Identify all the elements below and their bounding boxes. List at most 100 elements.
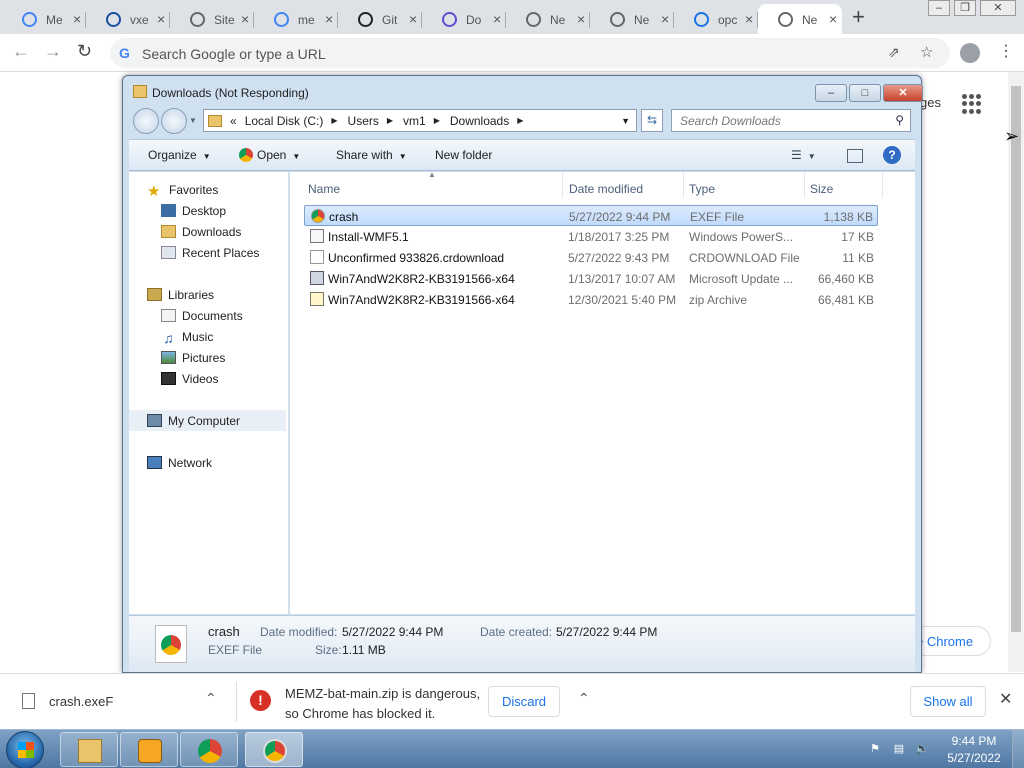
breadcrumb-arrow-icon[interactable]: ▶ [434, 116, 440, 125]
tab-close-icon[interactable]: × [241, 11, 249, 27]
folder-icon [208, 114, 222, 127]
tab-close-icon[interactable]: × [745, 11, 753, 27]
share-with-button[interactable]: Share with ▼ [336, 148, 407, 162]
taskbar-explorer[interactable] [60, 732, 118, 767]
tab-close-icon[interactable]: × [661, 11, 669, 27]
nav-desktop[interactable]: Desktop [161, 200, 226, 221]
nav-music[interactable]: ♫ Music [161, 326, 213, 347]
open-button[interactable]: Open ▼ [239, 148, 300, 162]
browser-tab[interactable]: Ne × [758, 4, 842, 34]
nav-pictures[interactable]: Pictures [161, 347, 225, 368]
window-close-button[interactable]: ✕ [883, 84, 923, 102]
volume-icon[interactable]: 🔈 [915, 742, 929, 756]
action-center-icon[interactable]: ⚑ [868, 742, 882, 756]
show-all-button[interactable]: Show all [910, 686, 986, 717]
browser-tab[interactable]: me × [254, 4, 338, 34]
file-row[interactable]: Install-WMF5.1 1/18/2017 3:25 PM Windows… [304, 226, 878, 247]
overflow-chevron-icon[interactable]: « [230, 114, 237, 128]
download-item-name[interactable]: crash.exeF [49, 694, 113, 709]
start-button[interactable] [6, 731, 44, 768]
address-bar[interactable]: « Local Disk (C:) ▶ Users ▶ vm1 ▶ Downloads… [203, 109, 637, 132]
tab-close-icon[interactable]: × [577, 11, 585, 27]
file-name: Win7AndW2K8R2-KB3191566-x64 [328, 272, 515, 286]
network-tray-icon[interactable]: ▤ [892, 742, 906, 756]
browser-tab[interactable]: Site × [170, 4, 254, 34]
tab-title: Ne [802, 13, 818, 27]
breadcrumb-item[interactable]: vm1 [403, 114, 426, 128]
breadcrumb-item[interactable]: Users [348, 114, 379, 128]
help-icon[interactable]: ? [883, 146, 901, 164]
file-row[interactable]: Unconfirmed 933826.crdownload 5/27/2022 … [304, 247, 878, 268]
file-row[interactable]: Win7AndW2K8R2-KB3191566-x64 1/13/2017 10… [304, 268, 878, 289]
scrollbar-thumb[interactable] [1011, 86, 1021, 632]
search-icon[interactable]: ⚲ [895, 113, 904, 127]
recent-pages-chevron-icon[interactable]: ▼ [189, 116, 197, 125]
tab-close-icon[interactable]: × [409, 11, 417, 27]
search-input[interactable]: Search Downloads ⚲ [671, 109, 911, 132]
nav-favorites[interactable]: ★ Favorites [147, 179, 218, 200]
nav-network[interactable]: Network [147, 452, 212, 473]
browser-tab[interactable]: vxe × [86, 4, 170, 34]
file-row[interactable]: Win7AndW2K8R2-KB3191566-x64 12/30/2021 5… [304, 289, 878, 310]
taskbar-media-player[interactable] [120, 732, 178, 767]
nav-videos[interactable]: Videos [161, 368, 218, 389]
back-button[interactable] [133, 108, 159, 134]
browser-tab[interactable]: Do × [422, 4, 506, 34]
tab-close-icon[interactable]: × [829, 11, 837, 27]
breadcrumb-item[interactable]: Downloads [450, 114, 509, 128]
breadcrumb-arrow-icon[interactable]: ▶ [517, 116, 523, 125]
minimize-icon[interactable]: – [928, 0, 950, 16]
bookmark-star-icon[interactable]: ☆ [920, 43, 933, 61]
share-icon[interactable]: ⇗ [888, 44, 900, 61]
nav-documents[interactable]: Documents [161, 305, 243, 326]
file-row[interactable]: crash 5/27/2022 9:44 PM EXEF File 1,138 … [304, 205, 878, 226]
taskbar-crash-app[interactable] [245, 732, 303, 767]
chevron-up-icon[interactable]: ⌃ [578, 690, 590, 707]
browser-tab[interactable]: Ne × [590, 4, 674, 34]
windows-logo-icon [18, 742, 34, 758]
nav-recent-places[interactable]: Recent Places [161, 242, 259, 263]
new-folder-button[interactable]: New folder [435, 148, 492, 162]
browser-tab[interactable]: Git × [338, 4, 422, 34]
window-minimize-button[interactable]: – [815, 84, 847, 102]
breadcrumb-arrow-icon[interactable]: ▶ [331, 116, 337, 125]
apps-grid-icon[interactable] [962, 94, 982, 114]
back-icon[interactable]: ← [12, 41, 30, 62]
refresh-icon[interactable]: ⇆ [641, 109, 663, 132]
tab-close-icon[interactable]: × [73, 11, 81, 27]
discard-button[interactable]: Discard [488, 686, 560, 717]
breadcrumb-item[interactable]: Local Disk (C:) [245, 114, 324, 128]
forward-icon[interactable]: → [44, 41, 62, 62]
organize-button[interactable]: Organize ▼ [148, 148, 211, 162]
close-icon[interactable]: ✕ [999, 689, 1012, 709]
forward-button[interactable] [161, 108, 187, 134]
menu-kebab-icon[interactable]: ⋮ [998, 41, 1014, 61]
omnibox[interactable]: G Search Google or type a URL ⇗ ☆ [110, 38, 950, 68]
page-scrollbar[interactable] [1008, 72, 1024, 672]
view-options-icon[interactable]: ☰ ▼ [791, 148, 816, 162]
nav-my-computer[interactable]: My Computer [129, 410, 286, 431]
window-maximize-button[interactable]: □ [849, 84, 881, 102]
tab-close-icon[interactable]: × [157, 11, 165, 27]
browser-tab[interactable]: Ne × [506, 4, 590, 34]
restore-icon[interactable]: ❐ [954, 0, 976, 16]
show-desktop-button[interactable] [1012, 730, 1024, 768]
clock-time[interactable]: 9:44 PM [948, 734, 1000, 748]
new-tab-button[interactable]: + [852, 4, 865, 30]
breadcrumb-arrow-icon[interactable]: ▶ [387, 116, 393, 125]
profile-avatar[interactable] [960, 43, 980, 63]
tab-close-icon[interactable]: × [493, 11, 501, 27]
clock-date[interactable]: 5/27/2022 [944, 751, 1004, 765]
nav-libraries[interactable]: Libraries [147, 284, 214, 305]
reload-icon[interactable]: ↻ [77, 41, 92, 62]
file-type: Microsoft Update ... [689, 272, 794, 286]
browser-tab[interactable]: Me × [2, 4, 86, 34]
preview-pane-icon[interactable] [847, 149, 863, 163]
browser-tab[interactable]: opc × [674, 4, 758, 34]
address-dropdown-icon[interactable]: ▼ [621, 116, 630, 126]
tab-close-icon[interactable]: × [325, 11, 333, 27]
close-icon[interactable]: ✕ [980, 0, 1016, 16]
taskbar-chrome[interactable] [180, 732, 238, 767]
nav-downloads[interactable]: Downloads [161, 221, 241, 242]
chevron-up-icon[interactable]: ⌃ [205, 690, 217, 707]
